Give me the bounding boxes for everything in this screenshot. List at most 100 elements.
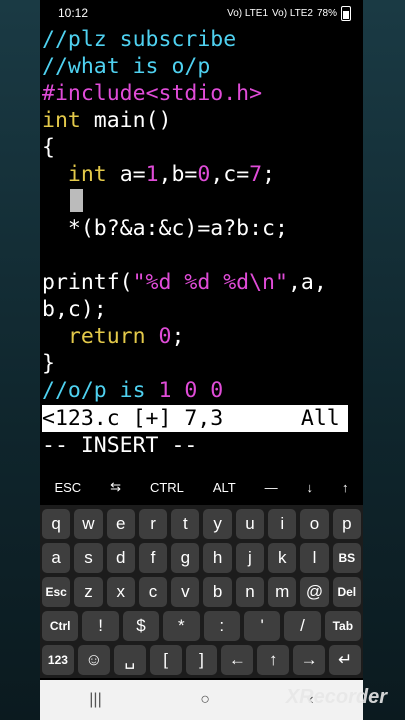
decl-a: a= — [119, 162, 146, 187]
status-icons: Vo) LTE1 Vo) LTE2 78% — [227, 5, 351, 21]
key-ctrl[interactable]: Ctrl — [42, 611, 79, 641]
key-u[interactable]: u — [235, 509, 265, 539]
key-o[interactable]: o — [300, 509, 329, 539]
printf-args: ,a, — [287, 270, 327, 295]
include-header: <stdio.h> — [145, 81, 263, 106]
phone-screen: 10:12 Vo) LTE1 Vo) LTE2 78% //plz subscr… — [40, 0, 363, 720]
key-w[interactable]: w — [74, 509, 103, 539]
vim-statusline: <123.c [+] 7,3 All — [42, 405, 348, 432]
output-comment: //o/p is — [42, 378, 146, 403]
arrow-left-icon[interactable]: ← — [221, 645, 254, 675]
statusline-scroll: All — [300, 406, 340, 431]
key-c[interactable]: c — [138, 577, 168, 607]
key-b[interactable]: b — [203, 577, 232, 607]
extra-key-down[interactable]: ↓ — [307, 480, 314, 495]
format-string: "%d %d %d\n" — [132, 270, 288, 295]
battery-level: 78% — [316, 7, 337, 19]
extra-key-ctrl[interactable]: CTRL — [150, 480, 184, 495]
key-a[interactable]: a — [42, 543, 71, 573]
key-f[interactable]: f — [138, 543, 168, 573]
extra-key-dash[interactable]: — — [265, 480, 278, 495]
extra-keys-bar: ESC ⇆ CTRL ALT — ↓ ↑ — [40, 472, 363, 502]
arrow-right-icon[interactable]: → — [293, 645, 326, 675]
key-s[interactable]: s — [74, 543, 103, 573]
extra-key-alt[interactable]: ALT — [213, 480, 236, 495]
network-right: Vo) LTE2 — [272, 7, 313, 19]
close-brace: } — [42, 351, 55, 376]
main-decl: main() — [93, 108, 172, 133]
key-m[interactable]: m — [268, 577, 297, 607]
extra-key-tab[interactable]: ⇆ — [110, 479, 121, 495]
keyboard: q w e r t y u i o p a s d f g h j k l BS… — [40, 505, 363, 678]
arrow-up-icon[interactable]: ↑ — [257, 645, 290, 675]
blurred-background-left — [0, 0, 40, 720]
key-p[interactable]: p — [332, 509, 361, 539]
include-directive: #include — [42, 81, 146, 106]
decl-c: ,c= — [210, 162, 250, 187]
key-slash[interactable]: / — [284, 611, 321, 641]
key-asterisk[interactable]: * — [163, 611, 200, 641]
num-7: 7 — [249, 162, 263, 187]
key-esc[interactable]: Esc — [42, 577, 71, 607]
recent-apps-icon[interactable]: ||| — [89, 691, 101, 709]
key-tab[interactable]: Tab — [324, 611, 361, 641]
key-g[interactable]: g — [171, 543, 200, 573]
key-i[interactable]: i — [268, 509, 297, 539]
semicolon-2: ; — [171, 324, 185, 349]
key-j[interactable]: j — [235, 543, 265, 573]
key-backspace[interactable]: BS — [332, 543, 361, 573]
enter-icon[interactable]: ↵ — [329, 645, 362, 675]
network-left: Vo) LTE1 — [227, 7, 269, 19]
blurred-background-right — [363, 0, 405, 720]
num-0: 0 — [197, 162, 211, 187]
printf-call: printf( — [42, 270, 133, 295]
key-k[interactable]: k — [268, 543, 297, 573]
printf-args-2: b,c); — [42, 297, 107, 322]
key-quote[interactable]: ' — [243, 611, 281, 641]
key-x[interactable]: x — [106, 577, 135, 607]
xrecorder-watermark: XRecorder — [285, 686, 387, 708]
key-h[interactable]: h — [203, 543, 232, 573]
keyword-return: return — [67, 324, 146, 349]
emoji-icon[interactable]: ☺ — [77, 645, 110, 675]
home-icon[interactable]: ○ — [200, 691, 210, 709]
key-y[interactable]: y — [203, 509, 232, 539]
decl-b: ,b= — [158, 162, 198, 187]
code-ternary: *(b?&a:&c)=a?b:c; — [67, 216, 288, 241]
key-space[interactable]: ␣ — [113, 645, 146, 675]
status-time: 10:12 — [58, 6, 89, 20]
statusline-position: 7,3 — [184, 406, 224, 431]
vim-editor[interactable]: //plz subscribe //what is o/p #include<s… — [42, 26, 362, 404]
key-n[interactable]: n — [235, 577, 265, 607]
text-cursor — [70, 189, 83, 212]
key-r[interactable]: r — [138, 509, 168, 539]
key-colon[interactable]: : — [203, 611, 240, 641]
statusline-file: <123.c [+] — [42, 406, 172, 431]
status-bar: 10:12 Vo) LTE1 Vo) LTE2 78% — [40, 0, 363, 26]
code-line-2: //what is o/p — [42, 54, 211, 79]
vim-mode: -- INSERT -- — [42, 433, 198, 458]
key-z[interactable]: z — [74, 577, 103, 607]
key-at[interactable]: @ — [300, 577, 329, 607]
key-dollar[interactable]: $ — [122, 611, 160, 641]
key-e[interactable]: e — [106, 509, 135, 539]
extra-key-up[interactable]: ↑ — [342, 480, 349, 495]
key-exclamation[interactable]: ! — [82, 611, 119, 641]
key-q[interactable]: q — [42, 509, 71, 539]
num-1: 1 — [145, 162, 159, 187]
extra-key-esc[interactable]: ESC — [54, 480, 81, 495]
key-bracket-open[interactable]: [ — [149, 645, 182, 675]
open-brace: { — [42, 135, 55, 160]
battery-icon — [341, 5, 351, 21]
key-123[interactable]: 123 — [42, 645, 74, 675]
return-value: 0 — [158, 324, 172, 349]
output-values: 1 0 0 — [158, 378, 224, 403]
keyword-int-2: int — [67, 162, 107, 187]
key-t[interactable]: t — [171, 509, 200, 539]
key-bracket-close[interactable]: ] — [185, 645, 218, 675]
key-delete[interactable]: Del — [332, 577, 361, 607]
key-l[interactable]: l — [300, 543, 329, 573]
key-d[interactable]: d — [106, 543, 135, 573]
semicolon: ; — [262, 162, 276, 187]
key-v[interactable]: v — [171, 577, 200, 607]
